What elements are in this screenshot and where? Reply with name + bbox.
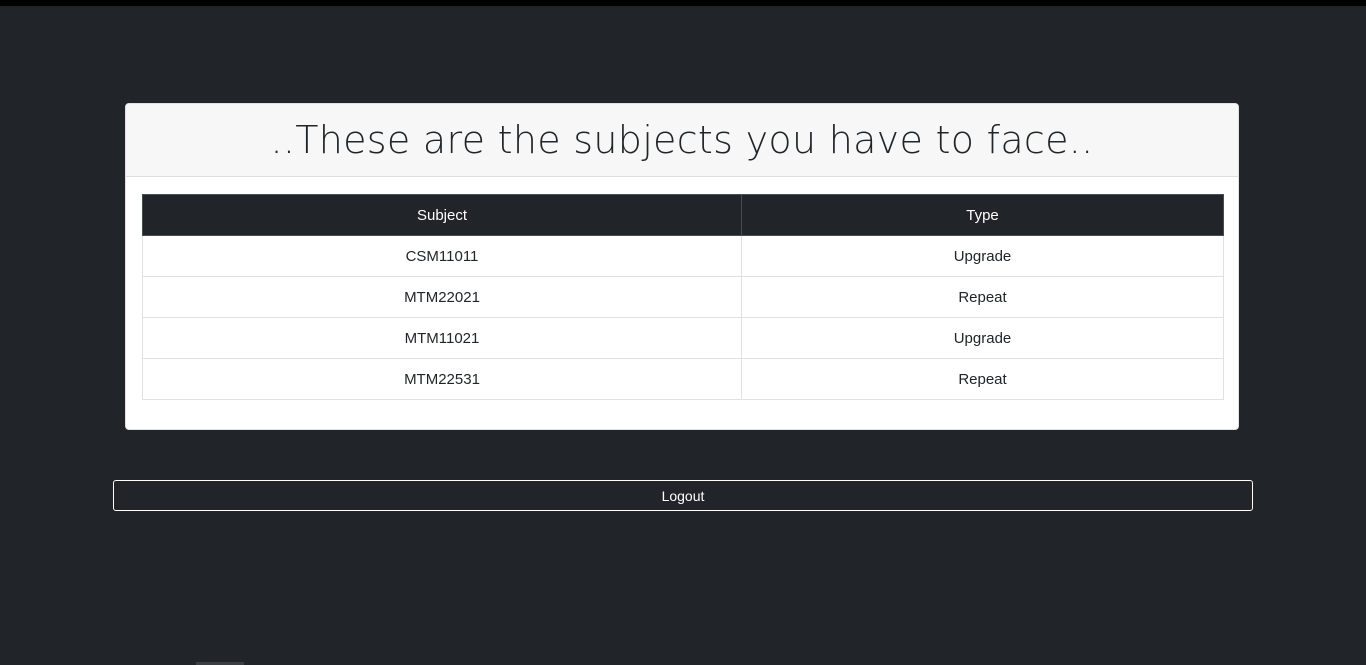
- cell-subject: CSM11011: [142, 235, 742, 277]
- table-head: Subject Type: [142, 194, 1224, 236]
- table-row: CSM11011 Upgrade: [142, 235, 1224, 277]
- cell-subject: MTM22021: [142, 276, 742, 318]
- logout-button[interactable]: Logout: [113, 480, 1253, 511]
- cell-subject: MTM22531: [142, 358, 742, 400]
- column-header-type: Type: [741, 194, 1224, 236]
- top-strip: [0, 0, 1366, 6]
- column-header-subject: Subject: [142, 194, 742, 236]
- table-row: MTM22021 Repeat: [142, 276, 1224, 318]
- page-title: ..These are the subjects you have to fac…: [270, 118, 1094, 162]
- table-body: CSM11011 Upgrade MTM22021 Repeat MTM1102…: [142, 235, 1224, 400]
- table-row: MTM22531 Repeat: [142, 358, 1224, 400]
- card-header: ..These are the subjects you have to fac…: [126, 104, 1238, 177]
- cell-type: Upgrade: [741, 235, 1224, 277]
- cell-type: Repeat: [741, 358, 1224, 400]
- cell-type: Upgrade: [741, 317, 1224, 359]
- cell-subject: MTM11021: [142, 317, 742, 359]
- table-row: MTM11021 Upgrade: [142, 317, 1224, 359]
- card-body: Subject Type CSM11011 Upgrade MTM22021 R…: [126, 177, 1238, 400]
- cell-type: Repeat: [741, 276, 1224, 318]
- subjects-table: Subject Type CSM11011 Upgrade MTM22021 R…: [142, 194, 1224, 400]
- subjects-card: ..These are the subjects you have to fac…: [125, 103, 1239, 430]
- header-row: Subject Type: [142, 194, 1224, 236]
